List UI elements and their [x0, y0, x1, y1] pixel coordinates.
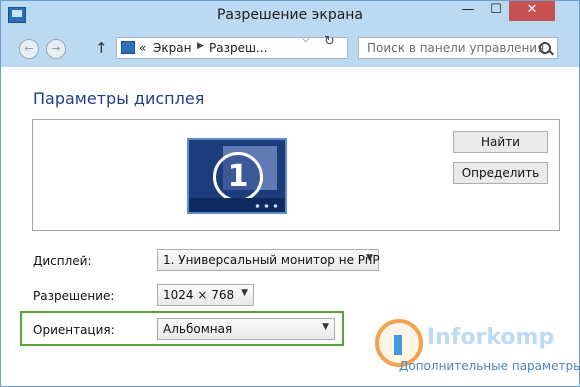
- chevron-down-icon: ▼: [241, 288, 248, 298]
- monitor-number-badge: 1: [213, 152, 263, 202]
- chevron-down-icon: ▼: [366, 253, 373, 263]
- search-placeholder: Поиск в панели управления: [367, 41, 545, 55]
- orientation-select[interactable]: Альбомная ▼: [157, 318, 335, 340]
- control-panel-icon: [121, 41, 135, 54]
- display-label: Дисплей:: [33, 254, 92, 268]
- display-value: 1. Универсальный монитор не PnP: [163, 253, 380, 267]
- display-select[interactable]: 1. Универсальный монитор не PnP ▼: [157, 249, 380, 271]
- back-button[interactable]: ←: [19, 39, 39, 59]
- minimize-button[interactable]: —: [455, 1, 481, 21]
- resolution-value: 1024 × 768: [163, 288, 235, 302]
- watermark: Inforkomp Дополнительные параметры: [371, 317, 579, 377]
- page-title: Параметры дисплея: [33, 89, 205, 108]
- screen-resolution-window: Разрешение экрана — ☐ ✕ ← → ↑ « Экран ▶ …: [0, 0, 580, 387]
- breadcrumb-prefix: «: [139, 41, 147, 55]
- find-button[interactable]: Найти: [453, 131, 548, 153]
- search-input[interactable]: Поиск в панели управления: [358, 37, 558, 59]
- search-icon[interactable]: [539, 42, 551, 54]
- resolution-select[interactable]: 1024 × 768 ▼: [157, 284, 254, 306]
- close-button[interactable]: ✕: [509, 1, 555, 21]
- watermark-brand: Inforkomp: [427, 325, 555, 350]
- forward-button[interactable]: →: [46, 39, 66, 59]
- up-button[interactable]: ↑: [95, 39, 108, 57]
- navigation-bar: ← → ↑ « Экран ▶ Разреш... ⌵ ↻ Поиск в па…: [1, 31, 579, 67]
- address-history-icon[interactable]: ⌵: [302, 34, 310, 45]
- monitor-preview[interactable]: 1: [187, 138, 287, 214]
- address-bar[interactable]: « Экран ▶ Разреш...: [116, 37, 348, 59]
- refresh-icon[interactable]: ↻: [324, 34, 335, 49]
- identify-button[interactable]: Определить: [453, 162, 548, 184]
- orientation-value: Альбомная: [163, 322, 233, 336]
- breadcrumb-item-display[interactable]: Экран: [153, 41, 191, 55]
- monitor-dots-icon: [253, 204, 279, 208]
- resolution-label: Разрешение:: [33, 289, 115, 303]
- orientation-label: Ориентация:: [33, 323, 115, 337]
- breadcrumb-separator-icon[interactable]: ▶: [197, 41, 204, 51]
- title-bar: Разрешение экрана — ☐ ✕: [1, 1, 579, 31]
- advanced-settings-link[interactable]: Дополнительные параметры: [399, 359, 579, 373]
- breadcrumb-item-resolution[interactable]: Разреш...: [209, 41, 267, 55]
- maximize-button[interactable]: ☐: [483, 1, 509, 21]
- chevron-down-icon: ▼: [322, 322, 329, 332]
